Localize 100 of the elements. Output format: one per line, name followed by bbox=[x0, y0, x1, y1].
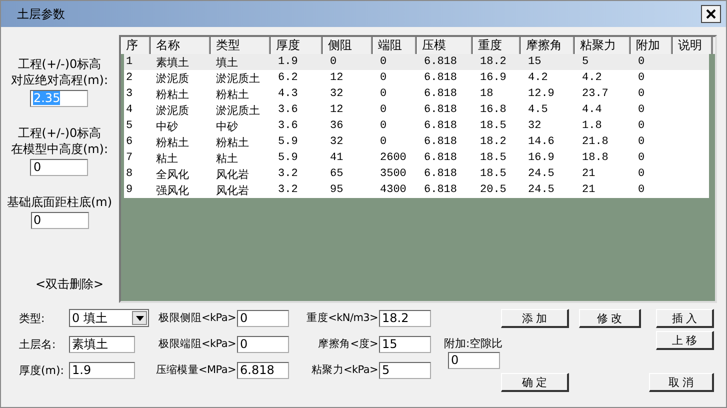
table-row[interactable]: 6 粉粘土 粉粘土 5.9 32 0 6.818 18.2 14.6 21.8 0 bbox=[124, 134, 709, 150]
table-cell-text: 20.5 bbox=[479, 184, 508, 196]
table-cell-text: 6.818 bbox=[423, 56, 458, 68]
table-cell-text: 0 bbox=[637, 104, 646, 116]
table-cell-text: 16.9 bbox=[479, 72, 508, 84]
table-cell-text: 24.5 bbox=[527, 168, 556, 180]
table-cell-text: 3.2 bbox=[277, 184, 299, 196]
input-field[interactable]: 0 bbox=[30, 159, 88, 176]
type-dropdown[interactable]: 0 填土 bbox=[69, 309, 149, 327]
field-label: 土层名: bbox=[19, 336, 57, 352]
table-cell-text: 12.9 bbox=[527, 88, 556, 100]
table-cell-text: 15 bbox=[527, 56, 542, 68]
table-row[interactable]: 1 素填土 填土 1.9 0 0 6.818 18.2 15 5 0 bbox=[124, 54, 709, 70]
field-label: 压缩模量<MPa> bbox=[154, 363, 237, 377]
table-cell-text: 6.818 bbox=[423, 168, 458, 180]
table-cell-text: 95 bbox=[329, 184, 344, 196]
table-cell-text: 素填土 bbox=[155, 54, 190, 70]
table-cell-text: 18.2 bbox=[479, 56, 508, 68]
add-button[interactable]: 添 加 bbox=[501, 309, 569, 328]
input-field[interactable]: 素填土 bbox=[69, 336, 135, 352]
table-cell-text: 5.9 bbox=[277, 136, 299, 148]
table-row[interactable]: 8 全风化 风化岩 3.2 65 3500 6.818 18.5 24.5 21 0 bbox=[124, 166, 709, 182]
table-cell-text: 6.818 bbox=[423, 104, 458, 116]
input-field[interactable]: 0 bbox=[237, 336, 289, 352]
table-cell-text: 0 bbox=[637, 136, 646, 148]
hint-text: <双击删除> bbox=[35, 276, 104, 293]
table-cell-text: 21 bbox=[581, 184, 596, 196]
input-field[interactable]: 15 bbox=[379, 336, 431, 352]
input-field[interactable]: 18.2 bbox=[379, 310, 431, 326]
table-cell-text: 粘土 bbox=[155, 150, 179, 166]
table-cell-text: 32 bbox=[527, 120, 542, 132]
table-cell-text: 8 bbox=[125, 168, 134, 180]
input-field[interactable]: 6.818 bbox=[237, 362, 289, 378]
table-cell-text: 41 bbox=[329, 152, 344, 164]
table-cell-text: 填土 bbox=[215, 54, 239, 70]
field-label: 类型: bbox=[19, 310, 46, 326]
table-cell-text: 6.2 bbox=[277, 72, 299, 84]
table-cell-text: 32 bbox=[329, 88, 344, 100]
table-cell-text: 32 bbox=[329, 136, 344, 148]
table-cell-text: 16.8 bbox=[479, 104, 508, 116]
table-cell-text: 6.818 bbox=[423, 152, 458, 164]
input-field[interactable]: 0 bbox=[448, 352, 500, 369]
table-cell-text: 9 bbox=[125, 184, 134, 196]
table-cell-text: 全风化 bbox=[155, 166, 190, 182]
table-cell-text: 4.2 bbox=[581, 72, 603, 84]
table-cell-text: 0 bbox=[637, 168, 646, 180]
table-cell-text: 21 bbox=[581, 168, 596, 180]
table-cell-text: 18 bbox=[479, 88, 494, 100]
table-cell-text: 36 bbox=[329, 120, 344, 132]
move-up-button[interactable]: 上 移 bbox=[656, 331, 714, 350]
window-title: 土层参数 bbox=[17, 6, 65, 22]
table-cell-text: 0 bbox=[379, 136, 388, 148]
input-field[interactable]: 1.9 bbox=[69, 362, 135, 378]
table-cell-text: 1.9 bbox=[277, 56, 299, 68]
modify-button[interactable]: 修 改 bbox=[579, 309, 641, 328]
table-cell-text: 4.3 bbox=[277, 88, 299, 100]
table-row[interactable]: 4 淤泥质 淤泥质土 3.6 12 0 6.818 16.8 4.5 4.4 0 bbox=[124, 102, 709, 118]
table-cell-text: 淤泥质 bbox=[155, 102, 190, 118]
table-row[interactable]: 2 淤泥质 淤泥质土 6.2 12 0 6.818 16.9 4.2 4.2 0 bbox=[124, 70, 709, 86]
table-cell-text: 0 bbox=[637, 184, 646, 196]
input-field[interactable]: 0 bbox=[237, 310, 289, 326]
field-label: 基础底面距柱底(m) bbox=[6, 194, 112, 210]
table-row[interactable]: 3 粉粘土 粉粘土 4.3 32 0 6.818 18 12.9 23.7 0 bbox=[124, 86, 709, 102]
table-row[interactable]: 9 强风化 风化岩 3.2 95 4300 6.818 20.5 24.5 21 0 bbox=[124, 182, 709, 198]
table-cell-text: 0 bbox=[379, 120, 388, 132]
field-label: 厚度(m): bbox=[19, 362, 66, 378]
table-cell-text: 16.9 bbox=[527, 152, 556, 164]
table-row[interactable]: 7 粘土 粘土 5.9 41 2600 6.818 18.5 16.9 18.8 0 bbox=[124, 150, 709, 166]
table-cell-text: 粉粘土 bbox=[215, 86, 250, 102]
close-button[interactable] bbox=[701, 5, 721, 23]
ok-button[interactable]: 确 定 bbox=[501, 373, 569, 392]
field-label: 在模型中高度(m): bbox=[10, 141, 108, 157]
insert-button[interactable]: 插 入 bbox=[656, 309, 714, 328]
table-cell-text: 淤泥质 bbox=[155, 70, 190, 86]
field-label: 极限端阻<kPa> bbox=[158, 337, 237, 351]
input-field[interactable]: 0 bbox=[30, 212, 88, 229]
table-cell-text: 4 bbox=[125, 104, 134, 116]
table-cell-text: 4300 bbox=[379, 184, 408, 196]
table-cell-text: 3.2 bbox=[277, 168, 299, 180]
table-cell-text: 3.6 bbox=[277, 120, 299, 132]
table-cell-text: 5 bbox=[125, 120, 134, 132]
table-cell-text: 6.818 bbox=[423, 88, 458, 100]
table-cell-text: 中砂 bbox=[215, 118, 239, 134]
table-cell-text: 0 bbox=[379, 56, 388, 68]
table-row[interactable]: 5 中砂 中砂 3.6 36 0 6.818 18.5 32 1.8 0 bbox=[124, 118, 709, 134]
table-cell-text: 风化岩 bbox=[215, 166, 250, 182]
table-cell-text: 6.818 bbox=[423, 120, 458, 132]
table-cell-text: 粉粘土 bbox=[155, 86, 190, 102]
table-cell-text: 18.5 bbox=[479, 168, 508, 180]
table-cell-text: 0 bbox=[379, 88, 388, 100]
field-label: 粘聚力<kPa> bbox=[310, 363, 379, 377]
table-cell-text: 12 bbox=[329, 104, 344, 116]
table-cell-text: 中砂 bbox=[155, 118, 179, 134]
input-field[interactable]: 5 bbox=[379, 362, 431, 378]
table-cell-text: 淤泥质土 bbox=[215, 102, 261, 118]
table-cell-text: 6.818 bbox=[423, 136, 458, 148]
cancel-button[interactable]: 取 消 bbox=[649, 373, 714, 392]
table-cell-text: 24.5 bbox=[527, 184, 556, 196]
field-label: 极限侧阻<kPa> bbox=[158, 311, 237, 325]
table-cell-text: 3 bbox=[125, 88, 134, 100]
